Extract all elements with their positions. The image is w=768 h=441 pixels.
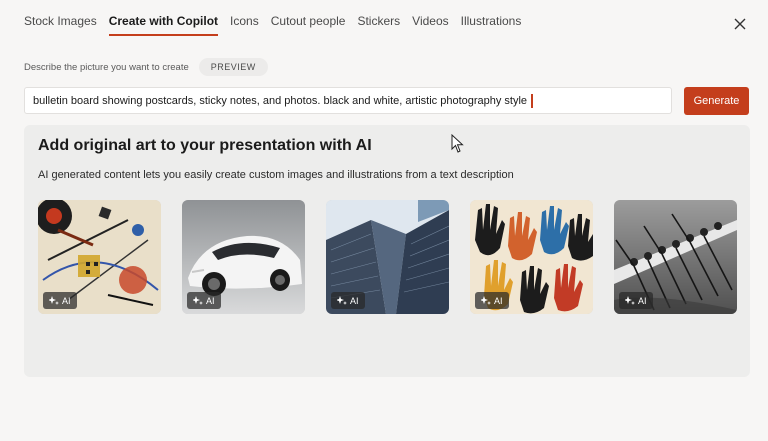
ai-badge-label: AI [206,295,215,306]
prompt-text: bulletin board showing postcards, sticky… [33,94,528,107]
sparkle-icon [193,295,203,305]
sparkle-icon [337,295,347,305]
close-button[interactable] [732,16,748,32]
describe-label: Describe the picture you want to create [24,61,189,73]
panel-subtitle: AI generated content lets you easily cre… [38,169,514,181]
preview-badge: PREVIEW [198,58,268,76]
describe-row: Describe the picture you want to create … [24,58,268,76]
sample-image-concept-car[interactable]: AI [182,200,305,314]
sparkle-icon [481,295,491,305]
ai-badge: AI [475,292,509,309]
tab-cutout-people[interactable]: Cutout people [271,14,346,36]
tab-create-with-copilot[interactable]: Create with Copilot [108,14,219,36]
ai-badge-label: AI [638,295,647,306]
tab-illustrations[interactable]: Illustrations [461,14,522,36]
tab-stock-images[interactable]: Stock Images [24,14,97,36]
intro-panel: Add original art to your presentation wi… [24,125,750,377]
panel-title: Add original art to your presentation wi… [38,137,372,154]
tab-bar: Stock Images Create with Copilot Icons C… [24,14,533,36]
tab-icons[interactable]: Icons [230,14,259,36]
sparkle-icon [49,295,59,305]
text-caret [531,94,534,108]
sparkle-icon [625,295,635,305]
ai-badge-label: AI [494,295,503,306]
generate-button[interactable]: Generate [684,87,749,115]
ai-badge: AI [331,292,365,309]
sample-image-skyscrapers[interactable]: AI [326,200,449,314]
ai-badge-label: AI [62,295,71,306]
ai-badge: AI [619,292,653,309]
ai-badge: AI [43,292,77,309]
sample-image-rowing-crew[interactable]: AI [614,200,737,314]
mouse-cursor-icon [451,134,464,153]
ai-badge: AI [187,292,221,309]
prompt-field[interactable]: bulletin board showing postcards, sticky… [24,87,672,114]
sample-image-abstract-art[interactable]: AI [38,200,161,314]
tab-videos[interactable]: Videos [412,14,448,36]
ai-badge-label: AI [350,295,359,306]
sample-image-raised-hands[interactable]: AI [470,200,593,314]
tab-stickers[interactable]: Stickers [357,14,400,36]
prompt-input[interactable]: bulletin board showing postcards, sticky… [33,94,534,108]
close-icon [734,18,746,30]
